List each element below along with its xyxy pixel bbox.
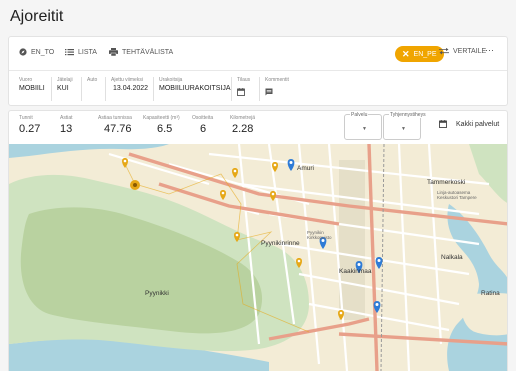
kommentit-field: Kommentit [265, 77, 289, 101]
divider [153, 77, 154, 101]
urakoitsija-field: Urakoitsija MOBIILIURAKOITSIJA [159, 77, 231, 92]
stats-card: Tunnit 0.27 Astiat 13 Astiaa tunnissa 47… [8, 110, 508, 144]
map-label-ratina: Ratina [481, 290, 500, 297]
map-label-nalkala: Nalkala [441, 254, 463, 261]
more-options-button[interactable]: ⋯ [485, 45, 494, 56]
astiaa-tunnissa-value: 47.76 [104, 123, 132, 135]
close-icon[interactable]: ✕ [402, 49, 410, 60]
vuoro-field: Vuoro MOBIILI [19, 77, 45, 92]
astiaa-tunnissa-label: Astiaa tunnissa [98, 115, 132, 121]
compass-icon [19, 48, 27, 56]
compare-arrows-icon [439, 48, 449, 55]
printer-icon [109, 48, 118, 56]
tyhjennystiheys-select[interactable]: Tyhjennystiheys ▼ [383, 112, 427, 140]
stat-tunnit: Tunnit 0.27 [19, 115, 40, 135]
auto-label: Auto [87, 77, 98, 83]
lista-button[interactable]: LISTA [65, 48, 97, 56]
map-label-amuri: Amuri [297, 165, 314, 172]
jatelaji-value: KUI [57, 85, 69, 92]
stat-astiat: Astiat 13 [60, 115, 73, 135]
ajettu-field: Ajettu viimeksi 13.04.2022 [111, 77, 148, 92]
kilometreja-label: Kilometrejä [230, 115, 256, 121]
ajettu-value: 13.04.2022 [113, 85, 149, 92]
kakki-palvelut-button[interactable]: Kakki palvelut [439, 120, 499, 128]
vertaile-button[interactable]: VERTAILE [439, 48, 486, 55]
calendar-icon [439, 120, 447, 128]
map-label-pyynikinrinne: Pyynikinrinne [261, 240, 300, 247]
kilometreja-value: 2.28 [232, 123, 254, 135]
orange-marker-start [130, 180, 140, 190]
map-label-kaakinmaa: Kaakinmaa [339, 268, 372, 275]
route-info-card: EN_TO LISTA TEHTÄVÄLISTA ✕ EN_PE VERTAIL… [8, 36, 508, 106]
tilaus-label: Tilaus [237, 77, 251, 83]
jatelaji-field: Jätelaji KUI [57, 77, 73, 92]
vuoro-label: Vuoro [19, 77, 33, 83]
map-label-pyynikki: Pyynikki [145, 290, 169, 297]
list-icon [65, 49, 74, 56]
stat-astiaa-tunnissa: Astiaa tunnissa 47.76 [98, 115, 132, 135]
en-to-label: EN_TO [31, 48, 55, 56]
calendar-icon[interactable] [237, 88, 245, 96]
map-label-pyynikin-kirkkopuisto: Pyynikin Kirkkopuisto [307, 230, 332, 240]
vertaile-label: VERTAILE [453, 48, 487, 55]
urakoitsija-label: Urakoitsija [159, 77, 183, 83]
map-label-tammerkoski: Tammerkoski [427, 179, 466, 186]
kapasiteetti-label: Kapasiteetti (m³) [143, 115, 180, 121]
divider [81, 77, 82, 101]
palvelu-label: Palvelu [350, 112, 369, 118]
chevron-down-icon: ▼ [401, 126, 406, 132]
more-icon: ⋯ [485, 45, 494, 55]
divider [51, 77, 52, 101]
vuoro-value: MOBIILI [19, 85, 45, 92]
en-to-button[interactable]: EN_TO [19, 48, 54, 56]
lista-label: LISTA [78, 48, 97, 56]
en-pe-label: EN_PE [413, 50, 437, 58]
comment-icon[interactable] [265, 88, 273, 96]
divider [259, 77, 260, 101]
en-pe-chip[interactable]: ✕ EN_PE [395, 46, 444, 62]
tunnit-label: Tunnit [19, 115, 33, 121]
jatelaji-label: Jätelaji [57, 77, 73, 83]
tyhjennystiheys-label: Tyhjennystiheys [389, 112, 427, 118]
divider [105, 77, 106, 101]
stat-kapasiteetti: Kapasiteetti (m³) 6.5 [143, 115, 180, 135]
tehtavalista-button[interactable]: TEHTÄVÄLISTA [109, 48, 173, 56]
kommentit-label: Kommentit [265, 77, 289, 83]
stat-kilometreja: Kilometrejä 2.28 [230, 115, 255, 135]
stat-osoitteita: Osoitteita 6 [192, 115, 213, 135]
palvelu-select[interactable]: Palvelu ▼ [344, 112, 382, 140]
kakki-palvelut-label: Kakki palvelut [456, 120, 500, 128]
divider [231, 77, 232, 101]
page-title: Ajoreitit [10, 8, 64, 25]
tilaus-field: Tilaus [237, 77, 250, 101]
osoitteita-label: Osoitteita [192, 115, 214, 121]
toolbar: EN_TO LISTA TEHTÄVÄLISTA ✕ EN_PE VERTAIL… [9, 37, 507, 71]
kapasiteetti-value: 6.5 [157, 123, 173, 135]
urakoitsija-value: MOBIILIURAKOITSIJA [159, 85, 231, 92]
chevron-down-icon: ▼ [362, 126, 367, 132]
route-info-row: Vuoro MOBIILI Jätelaji KUI Auto Ajettu v… [9, 77, 507, 105]
route-map[interactable]: Amuri Tammerkoski Linja-autoasema Keskus… [8, 144, 508, 371]
osoitteita-value: 6 [200, 123, 207, 135]
tehtavalista-label: TEHTÄVÄLISTA [122, 48, 174, 56]
tunnit-value: 0.27 [19, 123, 41, 135]
map-label-linja-autoasema: Linja-autoasema Keskustori Tampere [437, 190, 477, 200]
auto-field: Auto [87, 77, 97, 85]
astiat-label: Astiat [60, 115, 73, 121]
astiat-value: 13 [60, 123, 73, 135]
ajettu-label: Ajettu viimeksi [111, 77, 143, 83]
